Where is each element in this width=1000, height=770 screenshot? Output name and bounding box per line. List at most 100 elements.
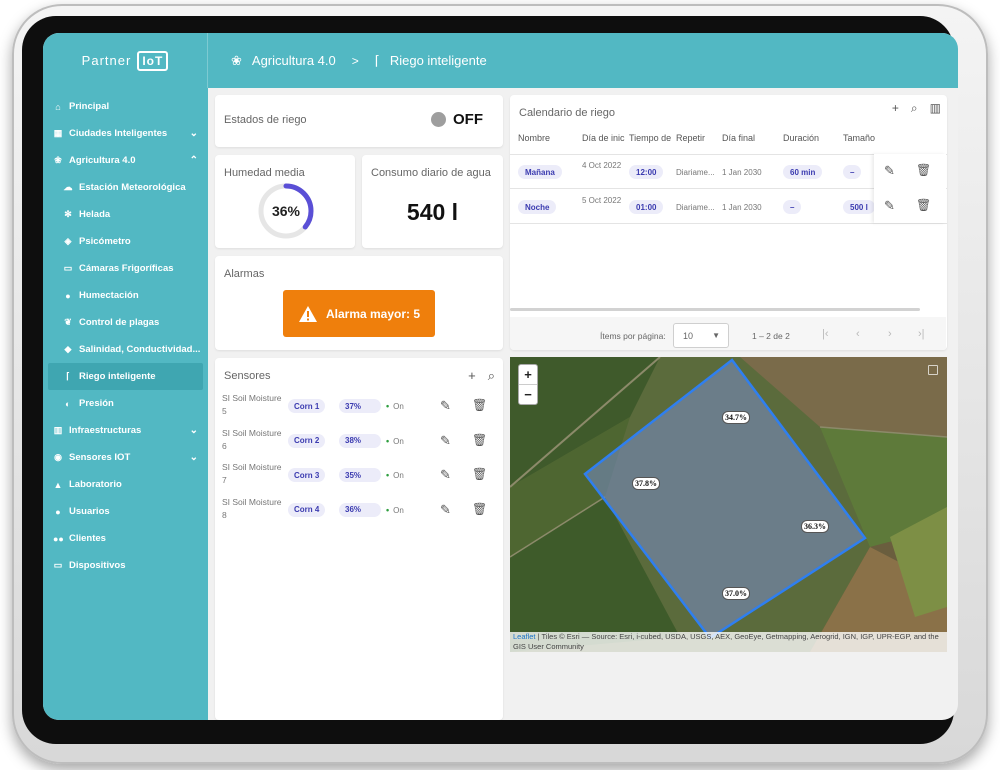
items-per-page-value: 10: [683, 331, 694, 341]
delete-icon[interactable]: 🗑: [472, 398, 487, 412]
zoom-in-button[interactable]: +: [519, 365, 537, 385]
edit-icon[interactable]: ✎: [884, 163, 895, 179]
sensors-toolbar: + ⌕: [468, 368, 495, 384]
edit-icon[interactable]: ✎: [440, 502, 451, 518]
delete-icon[interactable]: 🗑: [472, 433, 487, 447]
edit-icon[interactable]: ✎: [440, 433, 451, 449]
toggle-dot-icon: [431, 112, 446, 127]
sidebar-item[interactable]: ● Humectación: [43, 282, 208, 309]
map-attribution: Leaflet | Tiles © Esri — Source: Esri, i…: [510, 632, 947, 652]
delete-icon[interactable]: 🗑: [916, 163, 931, 177]
irrigation-state-card: Estados de riego OFF: [215, 95, 503, 147]
schedule-name-chip[interactable]: Mañana: [518, 165, 562, 179]
chevron-down-icon[interactable]: ⌄: [190, 452, 198, 463]
chevron-down-icon[interactable]: ⌄: [190, 425, 198, 436]
column-header[interactable]: Día final: [722, 133, 755, 143]
crop-chip: Corn 1: [288, 399, 326, 413]
breadcrumb-separator-icon: >: [351, 53, 359, 68]
delete-icon[interactable]: 🗑: [472, 467, 487, 481]
delete-icon[interactable]: 🗑: [916, 198, 931, 212]
crop-chip: Corn 3: [288, 468, 326, 482]
agriculture-icon: ❀: [54, 155, 62, 165]
sidebar-item[interactable]: ⌈ Riego inteligente: [48, 363, 203, 390]
column-header[interactable]: Nombre: [518, 133, 550, 143]
sidebar-item-label: Laboratorio: [69, 479, 122, 490]
search-icon[interactable]: ⌕: [488, 368, 495, 384]
row-actions-column: ✎ 🗑 ✎ 🗑: [874, 154, 946, 223]
edit-icon[interactable]: ✎: [440, 467, 451, 483]
column-header[interactable]: Día de inic: [582, 133, 625, 143]
crop-chip: Corn 4: [288, 502, 326, 517]
add-icon[interactable]: +: [468, 368, 476, 384]
leaflet-link[interactable]: Leaflet: [513, 632, 536, 641]
sidebar-item[interactable]: ⌂ Principal: [43, 93, 208, 120]
zoom-out-button[interactable]: −: [519, 385, 537, 405]
sidebar-item[interactable]: ◉ Sensores IOT ⌄: [43, 444, 208, 471]
sidebar-item[interactable]: ❀ Agricultura 4.0 ⌃: [43, 147, 208, 174]
page-range: 1 – 2 de 2: [752, 331, 790, 341]
sensor-row[interactable]: SI Soil Moisture 8 Corn 4 36% • On ✎ 🗑: [222, 495, 500, 529]
field-map[interactable]: + − 34.7% 37.8% 36.3% 37.0% Leaflet | Ti…: [510, 357, 947, 652]
first-page-icon[interactable]: |‹: [822, 328, 829, 340]
fullscreen-icon[interactable]: [928, 365, 938, 375]
sensor-row[interactable]: SI Soil Moisture 5 Corn 1 37% • On ✎ 🗑: [222, 391, 500, 425]
schedule-name-chip[interactable]: Noche: [518, 200, 557, 214]
breadcrumb-item[interactable]: Riego inteligente: [390, 53, 487, 68]
sidebar-item[interactable]: ☁ Estación Meteorológica: [43, 174, 208, 201]
column-header[interactable]: Repetir: [676, 133, 705, 143]
end-date: 1 Jan 2030: [722, 168, 762, 177]
sensor-row[interactable]: SI Soil Moisture 7 Corn 3 35% • On ✎ 🗑: [222, 460, 500, 494]
card-title: Humedad media: [224, 167, 305, 179]
last-page-icon[interactable]: ›|: [918, 328, 925, 340]
sidebar-item[interactable]: ▭ Dispositivos: [43, 552, 208, 579]
sidebar-item[interactable]: ▥ Infraestructuras ⌄: [43, 417, 208, 444]
column-header[interactable]: Tiempo de: [629, 133, 671, 143]
sidebar-item[interactable]: ◆ Salinidad, Conductividad...: [43, 336, 208, 363]
logo[interactable]: Partner IoT: [43, 33, 208, 88]
sidebar-item-label: Salinidad, Conductividad...: [79, 344, 201, 355]
column-header[interactable]: Duración: [783, 133, 819, 143]
moisture-chip: 35%: [339, 468, 381, 482]
user-icon: ●: [55, 506, 61, 517]
sidebar-item-label: Estación Meteorológica: [79, 182, 186, 193]
sensor-icon: ◉: [54, 452, 62, 462]
chevron-up-icon[interactable]: ⌃: [190, 155, 198, 166]
divider: [510, 223, 947, 224]
horizontal-scrollbar[interactable]: [510, 308, 920, 311]
sidebar-item[interactable]: ▲ Laboratorio: [43, 471, 208, 498]
sensor-row[interactable]: SI Soil Moisture 6 Corn 2 38% • On ✎ 🗑: [222, 426, 500, 460]
chevron-down-icon[interactable]: ⌄: [190, 128, 198, 139]
previous-page-icon[interactable]: ‹: [856, 328, 860, 340]
status-label: On: [393, 436, 404, 446]
items-per-page-select[interactable]: 10 ▼: [673, 323, 729, 348]
gauge-icon: ◈: [64, 236, 72, 246]
card-title: Estados de riego: [224, 114, 307, 126]
sidebar-item[interactable]: ❦ Control de plagas: [43, 309, 208, 336]
columns-icon[interactable]: ▥: [930, 101, 941, 116]
edit-icon[interactable]: ✎: [440, 398, 451, 414]
sidebar-item[interactable]: ▦ Ciudades Inteligentes ⌄: [43, 120, 208, 147]
size-chip: –: [843, 165, 862, 179]
irrigation-toggle[interactable]: OFF: [431, 111, 483, 128]
sidebar-item[interactable]: ◈ Psicómetro: [43, 228, 208, 255]
app-screen: Partner IoT ❀ Agricultura 4.0 > ⌈ Riego …: [43, 33, 958, 720]
breadcrumb-item[interactable]: Agricultura 4.0: [252, 53, 336, 68]
search-icon[interactable]: ⌕: [911, 101, 918, 116]
waterdrop-icon: ◆: [64, 344, 72, 354]
sidebar-item-label: Riego inteligente: [79, 371, 156, 382]
sidebar-item[interactable]: ● Usuarios: [43, 498, 208, 525]
time-chip: 12:00: [629, 165, 664, 179]
next-page-icon[interactable]: ›: [888, 328, 892, 340]
add-icon[interactable]: +: [892, 101, 899, 116]
alarm-button[interactable]: Alarma mayor: 5: [283, 290, 435, 337]
sidebar-item[interactable]: ◐ Presión: [43, 390, 208, 417]
sidebar-item[interactable]: ✻ Helada: [43, 201, 208, 228]
sidebar-item-label: Infraestructuras: [69, 425, 142, 436]
edit-icon[interactable]: ✎: [884, 198, 895, 214]
sidebar-item[interactable]: ●● Clientes: [43, 525, 208, 552]
home-icon: ⌂: [55, 101, 61, 112]
delete-icon[interactable]: 🗑: [472, 502, 487, 516]
sensor-name: SI Soil Moisture 8: [222, 496, 282, 520]
column-header[interactable]: Tamaño: [843, 133, 875, 143]
sidebar-item[interactable]: ▭ Cámaras Frigoríficas: [43, 255, 208, 282]
